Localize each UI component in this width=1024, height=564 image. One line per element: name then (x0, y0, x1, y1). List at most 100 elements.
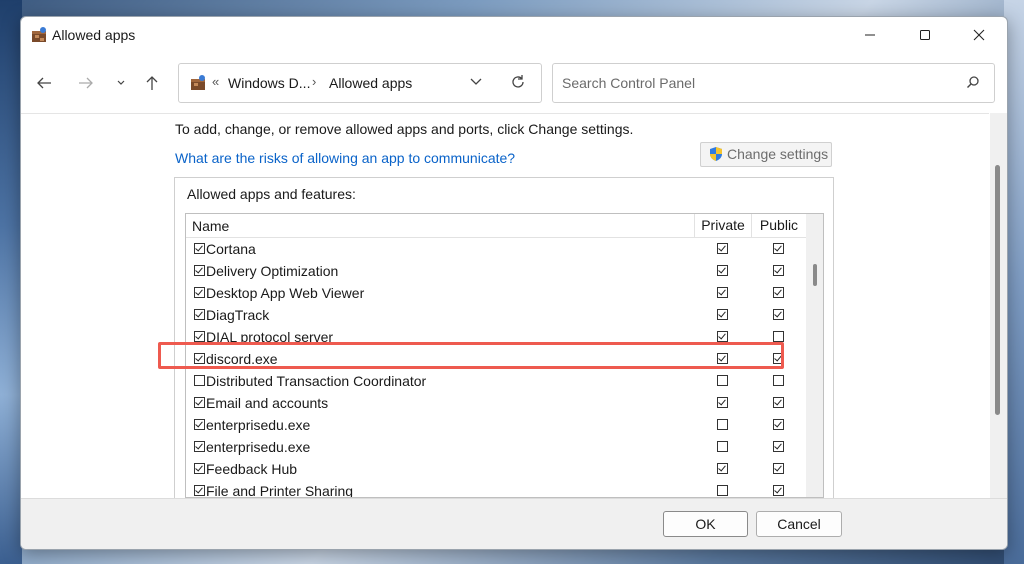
public-checkbox[interactable] (773, 375, 784, 386)
address-dropdown-icon[interactable] (469, 75, 483, 89)
table-row[interactable]: File and Printer Sharing (186, 480, 806, 498)
public-checkbox[interactable] (773, 243, 784, 254)
table-row[interactable]: Delivery Optimization (186, 260, 806, 282)
arrow-left-icon (37, 77, 51, 89)
app-enabled-checkbox[interactable] (194, 463, 205, 474)
table-row[interactable]: DiagTrack (186, 304, 806, 326)
uac-shield-icon (710, 147, 722, 161)
change-settings-button[interactable]: Change settings (700, 142, 832, 167)
list-scrollbar-thumb[interactable] (813, 264, 817, 286)
content-area: To add, change, or remove allowed apps a… (21, 113, 989, 509)
breadcrumb-allowed-apps[interactable]: Allowed apps (329, 75, 412, 91)
public-checkbox[interactable] (773, 265, 784, 276)
public-checkbox[interactable] (773, 331, 784, 342)
app-enabled-checkbox[interactable] (194, 287, 205, 298)
refresh-icon[interactable] (509, 73, 527, 91)
private-checkbox[interactable] (717, 331, 728, 342)
search-icon[interactable] (966, 75, 980, 89)
arrow-right-icon (79, 77, 93, 89)
public-checkbox[interactable] (773, 397, 784, 408)
public-checkbox[interactable] (773, 419, 784, 430)
column-header-private[interactable]: Private (694, 214, 751, 237)
close-button[interactable] (956, 17, 1002, 53)
desktop-wallpaper-left (0, 0, 22, 564)
public-checkbox[interactable] (773, 441, 784, 452)
search-box[interactable]: Search Control Panel (552, 63, 995, 103)
table-row[interactable]: Distributed Transaction Coordinator (186, 370, 806, 392)
search-input[interactable]: Search Control Panel (562, 75, 695, 91)
group-label: Allowed apps and features: (187, 186, 356, 202)
app-name: enterprisedu.exe (206, 439, 311, 455)
list-scrollbar[interactable] (806, 214, 823, 497)
app-enabled-checkbox[interactable] (194, 331, 205, 342)
public-checkbox[interactable] (773, 485, 784, 496)
app-enabled-checkbox[interactable] (194, 397, 205, 408)
app-enabled-checkbox[interactable] (194, 309, 205, 320)
discord-highlight-box (158, 342, 784, 369)
minimize-icon (865, 34, 875, 36)
back-button[interactable] (30, 71, 58, 95)
page-scrollbar[interactable] (990, 113, 1007, 498)
public-checkbox[interactable] (773, 287, 784, 298)
table-row[interactable]: Email and accounts (186, 392, 806, 414)
app-enabled-checkbox[interactable] (194, 441, 205, 452)
list-header: Name Private Public (186, 214, 823, 238)
private-checkbox[interactable] (717, 463, 728, 474)
column-header-public[interactable]: Public (751, 214, 806, 237)
forward-button[interactable] (72, 71, 100, 95)
app-enabled-checkbox[interactable] (194, 485, 205, 496)
risks-link[interactable]: What are the risks of allowing an app to… (175, 150, 515, 166)
app-name: Feedback Hub (206, 461, 298, 477)
breadcrumb-separator-icon[interactable]: › (312, 74, 316, 89)
column-header-name[interactable]: Name (192, 218, 229, 234)
ok-button[interactable]: OK (663, 511, 748, 537)
change-settings-label: Change settings (727, 146, 829, 162)
table-row[interactable]: Feedback Hub (186, 458, 806, 480)
maximize-icon (920, 30, 930, 40)
app-enabled-checkbox[interactable] (194, 265, 205, 276)
app-name: File and Printer Sharing (206, 483, 354, 498)
table-row[interactable]: enterprisedu.exe (186, 414, 806, 436)
page-scrollbar-thumb[interactable] (995, 165, 1000, 415)
minimize-button[interactable] (847, 17, 893, 53)
navigation-bar: « Windows D... › Allowed apps Search Con… (21, 57, 1007, 109)
public-checkbox[interactable] (773, 309, 784, 320)
app-enabled-checkbox[interactable] (194, 375, 205, 386)
app-name: Cortana (206, 241, 256, 257)
arrow-up-icon (146, 76, 158, 90)
up-button[interactable] (138, 71, 166, 95)
window-title: Allowed apps (52, 27, 136, 43)
private-checkbox[interactable] (717, 243, 728, 254)
title-bar: Allowed apps (21, 17, 1007, 53)
app-name: Email and accounts (206, 395, 329, 411)
table-row[interactable]: Cortana (186, 238, 806, 260)
app-name: DiagTrack (206, 307, 270, 323)
private-checkbox[interactable] (717, 485, 728, 496)
address-bar[interactable]: « Windows D... › Allowed apps (178, 63, 542, 103)
recent-locations-button[interactable] (107, 71, 135, 95)
private-checkbox[interactable] (717, 419, 728, 430)
breadcrumb-windows-defender[interactable]: Windows D... (228, 75, 310, 91)
maximize-button[interactable] (902, 17, 948, 53)
overflow-breadcrumb-icon[interactable]: « (212, 74, 219, 89)
private-checkbox[interactable] (717, 397, 728, 408)
cancel-button[interactable]: Cancel (756, 511, 842, 537)
app-enabled-checkbox[interactable] (194, 243, 205, 254)
table-row[interactable]: Desktop App Web Viewer (186, 282, 806, 304)
private-checkbox[interactable] (717, 287, 728, 298)
table-row[interactable]: enterprisedu.exe (186, 436, 806, 458)
app-enabled-checkbox[interactable] (194, 419, 205, 430)
private-checkbox[interactable] (717, 375, 728, 386)
chevron-down-icon (117, 80, 125, 85)
app-name: Distributed Transaction Coordinator (206, 373, 427, 389)
instruction-text: To add, change, or remove allowed apps a… (175, 121, 634, 137)
app-name: Delivery Optimization (206, 263, 339, 279)
firewall-location-icon (191, 75, 205, 90)
private-checkbox[interactable] (717, 309, 728, 320)
private-checkbox[interactable] (717, 265, 728, 276)
app-name: Desktop App Web Viewer (206, 285, 365, 301)
firewall-app-icon (32, 27, 46, 42)
dialog-footer: OK Cancel (21, 498, 1007, 549)
private-checkbox[interactable] (717, 441, 728, 452)
public-checkbox[interactable] (773, 463, 784, 474)
